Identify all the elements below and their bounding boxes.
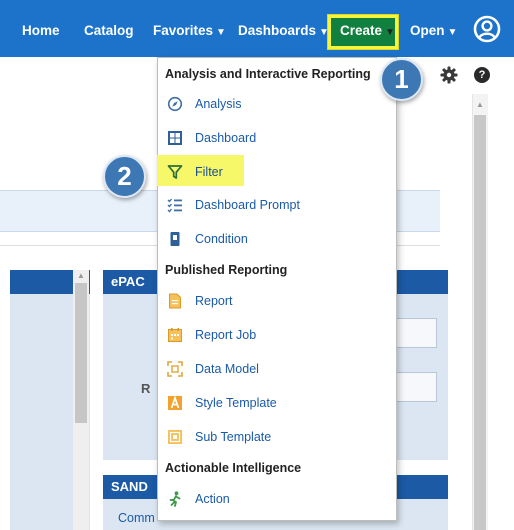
- nav-catalog[interactable]: Catalog: [84, 0, 134, 57]
- menu-item-label: Report: [195, 294, 233, 308]
- menu-section-published: Published Reporting: [165, 263, 288, 277]
- report-job-icon: [168, 328, 182, 342]
- left-panel-scrollbar-thumb[interactable]: [75, 283, 87, 423]
- nav-create-label: Create: [340, 23, 383, 38]
- nav-favorites[interactable]: Favorites ▼: [153, 0, 226, 57]
- menu-item-data-model[interactable]: Data Model: [158, 354, 396, 384]
- card-field[interactable]: [395, 372, 437, 402]
- menu-item-condition[interactable]: Condition: [158, 224, 396, 254]
- nav-dashboards[interactable]: Dashboards ▼: [238, 0, 329, 57]
- chevron-down-icon: ▼: [385, 27, 395, 38]
- menu-item-label: Filter: [195, 165, 223, 179]
- menu-item-analysis[interactable]: Analysis: [158, 89, 396, 119]
- menu-item-label: Condition: [195, 232, 248, 246]
- chevron-down-icon: ▼: [216, 27, 226, 38]
- menu-item-label: Analysis: [195, 97, 242, 111]
- report-icon: [169, 293, 181, 309]
- menu-item-label: Dashboard Prompt: [195, 198, 300, 212]
- nav-home[interactable]: Home: [22, 0, 60, 57]
- card-label: R: [141, 381, 151, 396]
- menu-item-dashboard-prompt[interactable]: Dashboard Prompt: [158, 190, 396, 220]
- menu-section-actionable: Actionable Intelligence: [165, 461, 302, 475]
- menu-section-analysis: Analysis and Interactive Reporting: [165, 67, 371, 81]
- filter-icon: [167, 165, 183, 179]
- sub-template-icon: [168, 430, 182, 444]
- gear-icon[interactable]: [440, 66, 458, 84]
- nav-create[interactable]: Create ▼: [340, 0, 395, 57]
- condition-icon: [170, 232, 180, 246]
- menu-item-report[interactable]: Report: [158, 286, 396, 316]
- prompt-icon: [167, 198, 182, 213]
- menu-item-label: Sub Template: [195, 430, 272, 444]
- chevron-down-icon: ▼: [319, 27, 329, 38]
- menu-item-action[interactable]: Action: [158, 484, 396, 514]
- nav-favorites-label: Favorites: [153, 23, 214, 38]
- nav-dashboards-label: Dashboards: [238, 23, 317, 38]
- menu-item-label: Data Model: [195, 362, 259, 376]
- user-avatar-icon[interactable]: [473, 15, 501, 43]
- style-template-icon: [168, 395, 182, 410]
- menu-item-style-template[interactable]: Style Template: [158, 388, 396, 418]
- menu-item-label: Action: [195, 492, 230, 506]
- page-scrollbar-thumb[interactable]: [474, 115, 486, 530]
- nav-open-label: Open: [410, 23, 445, 38]
- action-icon: [169, 491, 181, 507]
- sandbox-card-link[interactable]: Comm: [118, 511, 155, 525]
- chevron-down-icon: ▼: [447, 27, 458, 38]
- step-callout-2: 2: [103, 155, 146, 198]
- analysis-icon: [167, 96, 183, 112]
- menu-item-dashboard[interactable]: Dashboard: [158, 123, 396, 153]
- scroll-up-icon[interactable]: ▲: [476, 100, 484, 109]
- step-callout-1: 1: [380, 58, 423, 101]
- help-icon[interactable]: ?: [474, 67, 490, 83]
- menu-item-label: Style Template: [195, 396, 277, 410]
- menu-item-filter[interactable]: Filter: [158, 157, 396, 187]
- card-field[interactable]: [395, 318, 437, 348]
- menu-item-report-job[interactable]: Report Job: [158, 320, 396, 350]
- data-model-icon: [167, 361, 183, 377]
- nav-open[interactable]: Open ▼: [410, 0, 457, 57]
- menu-item-label: Dashboard: [195, 131, 257, 145]
- menu-item-label: Report Job: [195, 328, 257, 342]
- dashboard-icon: [168, 131, 182, 145]
- menu-item-sub-template[interactable]: Sub Template: [158, 422, 396, 452]
- scroll-up-icon[interactable]: ▲: [77, 271, 85, 280]
